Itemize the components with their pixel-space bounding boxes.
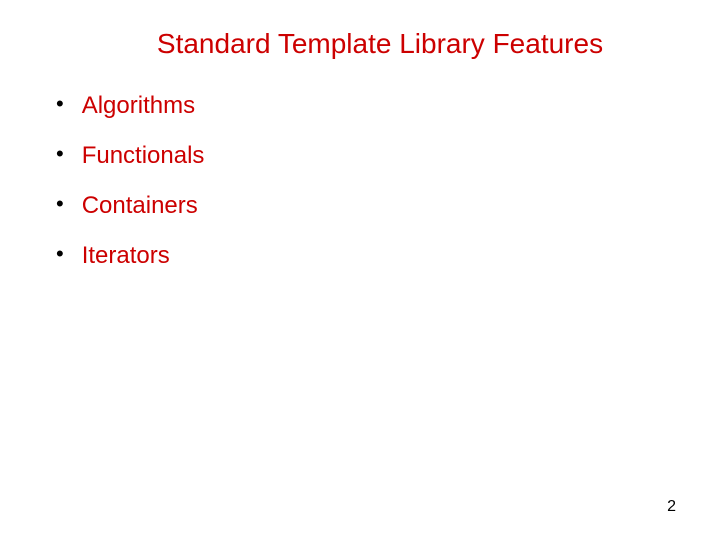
bullet-text: Containers (82, 192, 198, 220)
slide-title: Standard Template Library Features (48, 28, 672, 60)
slide: Standard Template Library Features • Alg… (0, 0, 720, 540)
bullet-text: Iterators (82, 242, 170, 270)
list-item: • Iterators (56, 242, 672, 270)
bullet-text: Functionals (82, 142, 205, 170)
list-item: • Containers (56, 192, 672, 220)
bullet-icon: • (56, 193, 64, 215)
bullet-icon: • (56, 243, 64, 265)
bullet-icon: • (56, 93, 64, 115)
list-item: • Functionals (56, 142, 672, 170)
list-item: • Algorithms (56, 92, 672, 120)
bullet-text: Algorithms (82, 92, 195, 120)
bullet-icon: • (56, 143, 64, 165)
bullet-list: • Algorithms • Functionals • Containers … (48, 92, 672, 270)
page-number: 2 (667, 498, 676, 516)
